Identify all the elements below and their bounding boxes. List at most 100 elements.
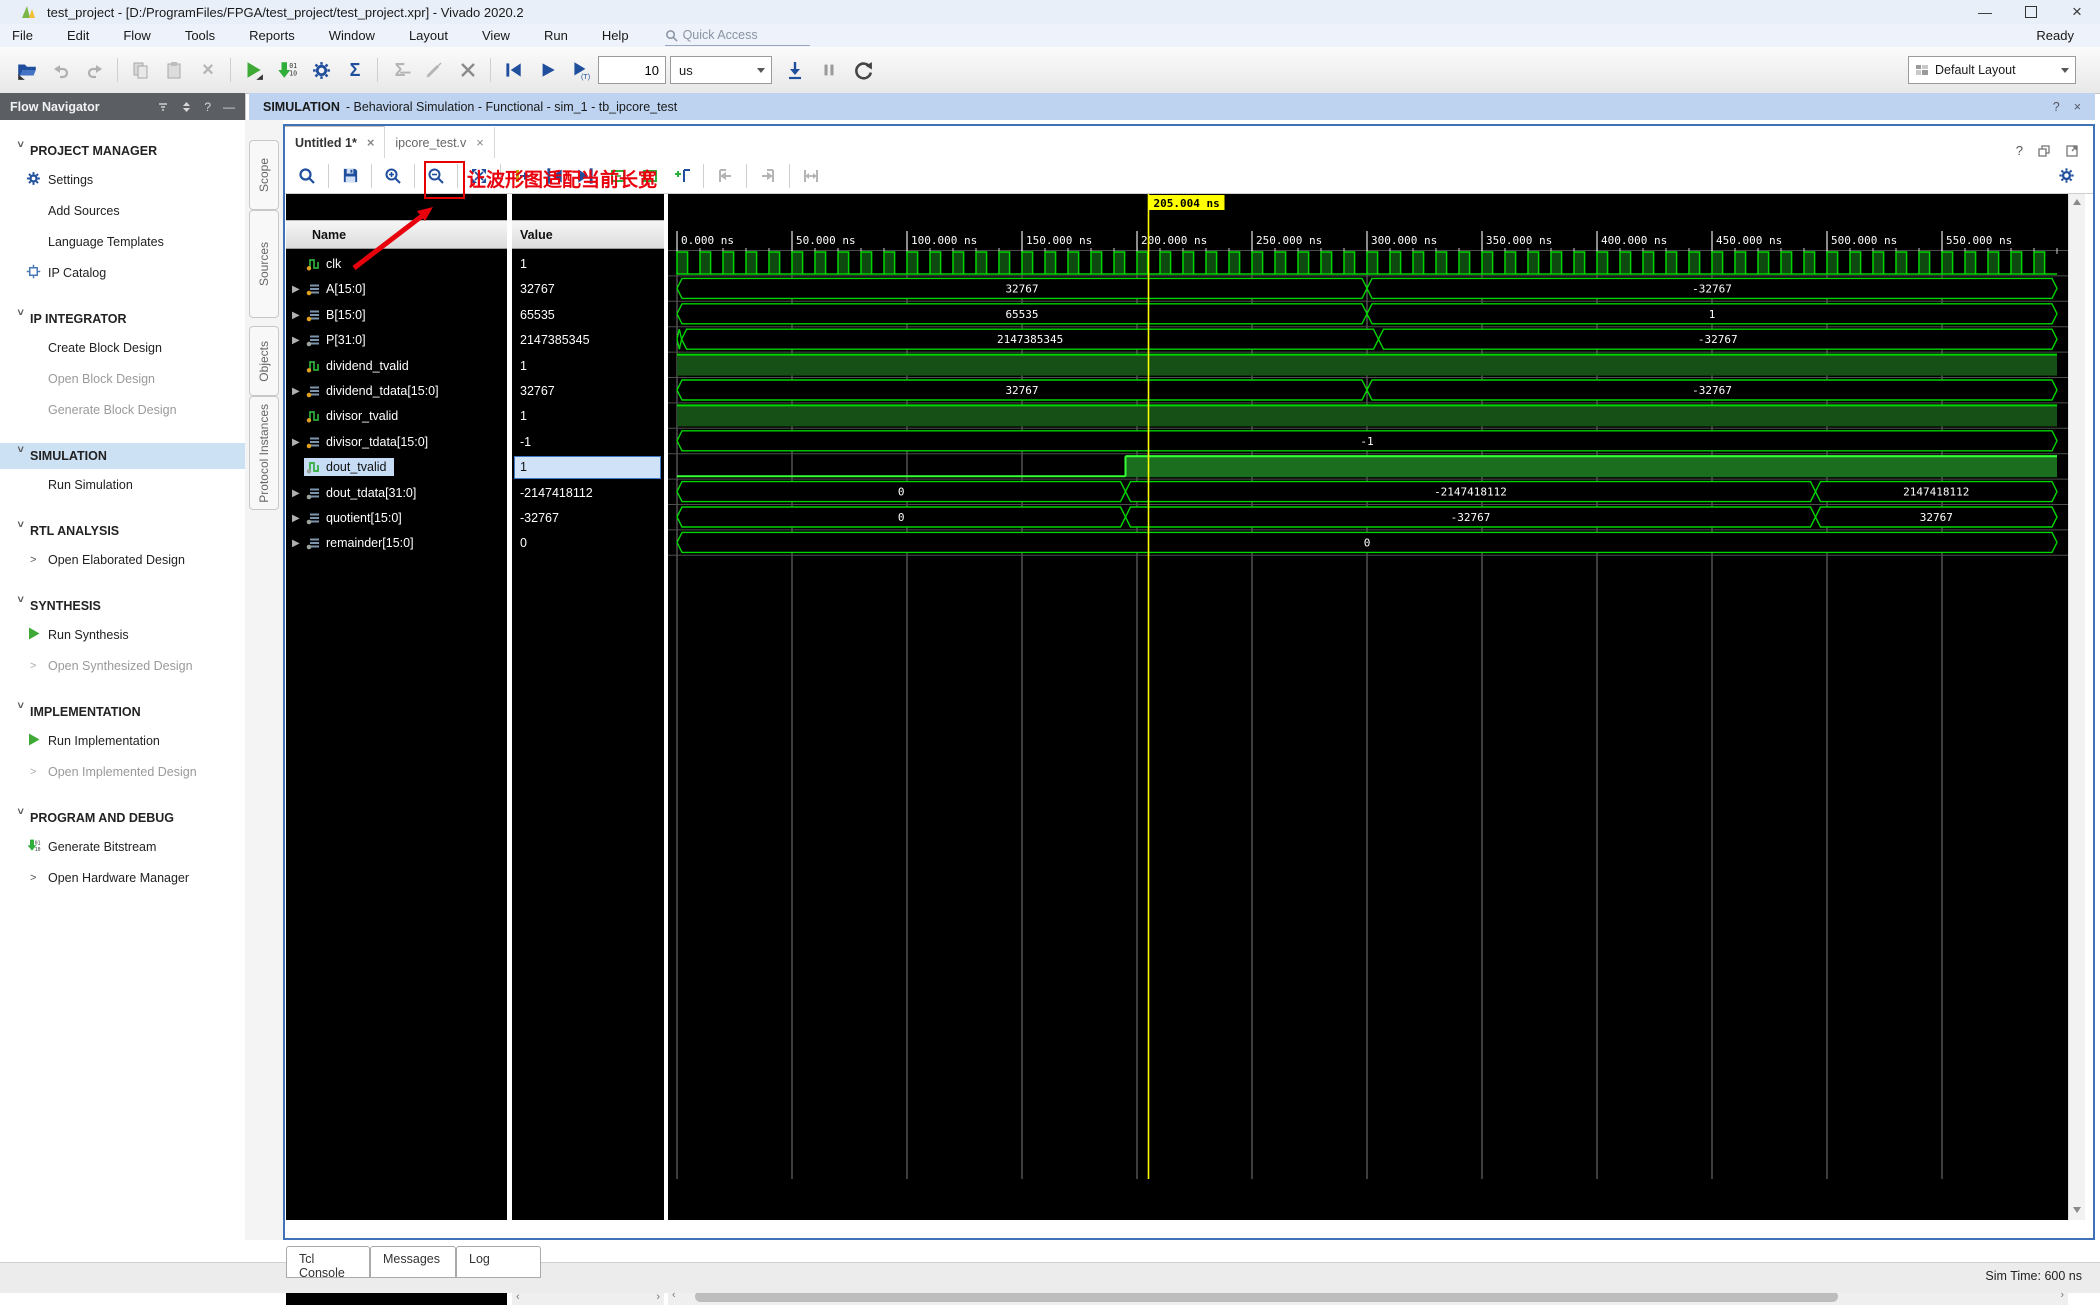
sidebar-item-create-block-design[interactable]: Create Block Design [0, 332, 245, 363]
run-all-button[interactable] [532, 56, 562, 84]
maximize-panel-icon[interactable] [2065, 144, 2079, 158]
sidebar-section-program-and-debug[interactable]: > PROGRAM AND DEBUG [0, 805, 245, 831]
signal-row-divisor-tdata-15-0[interactable]: ▶ divisor_tdata[15:0] [286, 430, 507, 454]
menu-flow[interactable]: Flow [111, 28, 162, 43]
menu-file[interactable]: File [0, 28, 45, 43]
sidebar-item-language-templates[interactable]: Language Templates [0, 226, 245, 257]
close-panel-icon[interactable]: × [2074, 100, 2081, 114]
help-icon[interactable]: ? [2053, 100, 2060, 114]
copy-button[interactable] [125, 56, 155, 84]
side-tab-sources[interactable]: Sources [249, 210, 279, 318]
chevron-right-icon[interactable]: ▶ [292, 284, 300, 295]
signal-row-dout-tvalid[interactable]: dout_tvalid [286, 455, 507, 479]
sidebar-section-rtl-analysis[interactable]: > RTL ANALYSIS [0, 518, 245, 544]
signal-value-dividend-tdata-15-0[interactable]: 32767 [512, 379, 664, 403]
chevron-right-icon[interactable]: ▶ [292, 310, 300, 321]
signal-value-a-15-0[interactable]: 32767 [512, 277, 664, 301]
sidebar-item-ip-catalog[interactable]: IP Catalog [0, 257, 245, 288]
signal-row-divisor-tvalid[interactable]: divisor_tvalid [286, 404, 507, 428]
side-tab-objects[interactable]: Objects [249, 326, 279, 396]
tab-untitled-1[interactable]: Untitled 1* × [285, 126, 386, 158]
goto-left-edge-icon[interactable] [710, 162, 740, 190]
step-button[interactable] [780, 56, 810, 84]
signal-value-b-15-0[interactable]: 65535 [512, 303, 664, 327]
menu-tools[interactable]: Tools [173, 28, 227, 43]
sidebar-item-run-simulation[interactable]: Run Simulation [0, 469, 245, 500]
sidebar-section-implementation[interactable]: > IMPLEMENTATION [0, 699, 245, 725]
signal-row-dout-tdata-31-0[interactable]: ▶ dout_tdata[31:0] [286, 481, 507, 505]
report-sigma-button[interactable]: Σ [340, 56, 370, 84]
sidebar-section-project-manager[interactable]: > PROJECT MANAGER [0, 138, 245, 164]
save-icon[interactable] [335, 162, 365, 190]
menu-layout[interactable]: Layout [397, 28, 460, 43]
signal-value-dividend-tvalid[interactable]: 1 [512, 354, 664, 378]
paste-button[interactable] [159, 56, 189, 84]
tab-ipcore-test[interactable]: ipcore_test.v × [385, 127, 495, 158]
sim-time-input[interactable] [598, 56, 666, 84]
layout-selector[interactable]: Default Layout [1908, 56, 2076, 84]
sidebar-item-run-synthesis[interactable]: Run Synthesis [0, 619, 245, 650]
run-for-time-button[interactable]: (T) [566, 56, 596, 84]
redo-button[interactable] [80, 56, 110, 84]
find-icon[interactable] [292, 162, 322, 190]
sidebar-item-generate-block-design[interactable]: Generate Block Design [0, 394, 245, 425]
pause-button[interactable] [814, 56, 844, 84]
signal-row-dividend-tdata-15-0[interactable]: ▶ dividend_tdata[15:0] [286, 379, 507, 403]
help-icon[interactable]: ? [204, 100, 211, 114]
console-tab-messages[interactable]: Messages [370, 1246, 456, 1278]
signal-row-dividend-tvalid[interactable]: dividend_tvalid [286, 354, 507, 378]
menu-run[interactable]: Run [532, 28, 580, 43]
signal-row-b-15-0[interactable]: ▶ B[15:0] [286, 303, 507, 327]
restart-sim-button[interactable] [498, 56, 528, 84]
expand-collapse-icon[interactable] [181, 101, 192, 113]
chevron-right-icon[interactable]: ▶ [292, 488, 300, 499]
edit-disabled-button[interactable] [419, 56, 449, 84]
value-column-header[interactable]: Value [512, 220, 664, 249]
scroll-down-icon[interactable] [2072, 1206, 2082, 1214]
close-icon[interactable]: × [367, 135, 375, 150]
wave-settings-gear-icon[interactable] [2051, 162, 2081, 190]
goto-right-edge-icon[interactable] [753, 162, 783, 190]
add-marker-icon[interactable] [667, 162, 697, 190]
minimize-button[interactable]: — [1962, 0, 2008, 24]
signal-value-dout-tvalid[interactable]: 1 [512, 455, 664, 479]
swap-cursors-icon[interactable] [796, 162, 826, 190]
menu-window[interactable]: Window [317, 28, 387, 43]
run-button[interactable] [238, 56, 268, 84]
signal-value-p-31-0[interactable]: 2147385345 [512, 328, 664, 352]
signal-row-clk[interactable]: clk [286, 252, 507, 276]
side-tab-protocol-instances[interactable]: Protocol Instances [249, 396, 279, 510]
sidebar-item-add-sources[interactable]: Add Sources [0, 195, 245, 226]
chevron-right-icon[interactable]: ▶ [292, 335, 300, 346]
maximize-button[interactable] [2008, 0, 2054, 24]
sidebar-item-open-elaborated-design[interactable]: > Open Elaborated Design [0, 544, 245, 575]
zoom-in-icon[interactable] [378, 162, 408, 190]
menu-help[interactable]: Help [590, 28, 641, 43]
sidebar-item-settings[interactable]: Settings [0, 164, 245, 195]
sidebar-section-simulation[interactable]: > SIMULATION [0, 443, 245, 469]
sidebar-item-open-block-design[interactable]: Open Block Design [0, 363, 245, 394]
signal-value-remainder-15-0[interactable]: 0 [512, 531, 664, 555]
signal-value-divisor-tvalid[interactable]: 1 [512, 404, 664, 428]
side-tab-scope[interactable]: Scope [249, 140, 279, 210]
delete-button[interactable]: × [193, 56, 223, 84]
sidebar-item-run-implementation[interactable]: Run Implementation [0, 725, 245, 756]
sigma-disabled-button[interactable]: Σ̶ [385, 56, 415, 84]
minimize-panel-icon[interactable]: — [223, 100, 235, 114]
console-tab-tcl-console[interactable]: Tcl Console [286, 1246, 370, 1280]
sidebar-section-ip-integrator[interactable]: > IP INTEGRATOR [0, 306, 245, 332]
signal-value-quotient-15-0[interactable]: -32767 [512, 506, 664, 530]
signal-value-divisor-tdata-15-0[interactable]: -1 [512, 430, 664, 454]
signal-value-clk[interactable]: 1 [512, 252, 664, 276]
name-column-header[interactable]: Name [286, 220, 507, 249]
scroll-up-icon[interactable] [2072, 198, 2082, 206]
vertical-scrollbar[interactable] [2068, 194, 2085, 1220]
collapse-all-icon[interactable] [157, 101, 169, 113]
quick-access[interactable]: Quick Access [664, 25, 810, 46]
chevron-right-icon[interactable]: ▶ [292, 513, 300, 524]
console-tab-log[interactable]: Log [456, 1246, 541, 1278]
generate-bitstream-button[interactable]: 01 10 [272, 56, 302, 84]
signal-row-a-15-0[interactable]: ▶ A[15:0] [286, 277, 507, 301]
sidebar-item-open-synthesized-design[interactable]: > Open Synthesized Design [0, 650, 245, 681]
chevron-right-icon[interactable]: ▶ [292, 386, 300, 397]
